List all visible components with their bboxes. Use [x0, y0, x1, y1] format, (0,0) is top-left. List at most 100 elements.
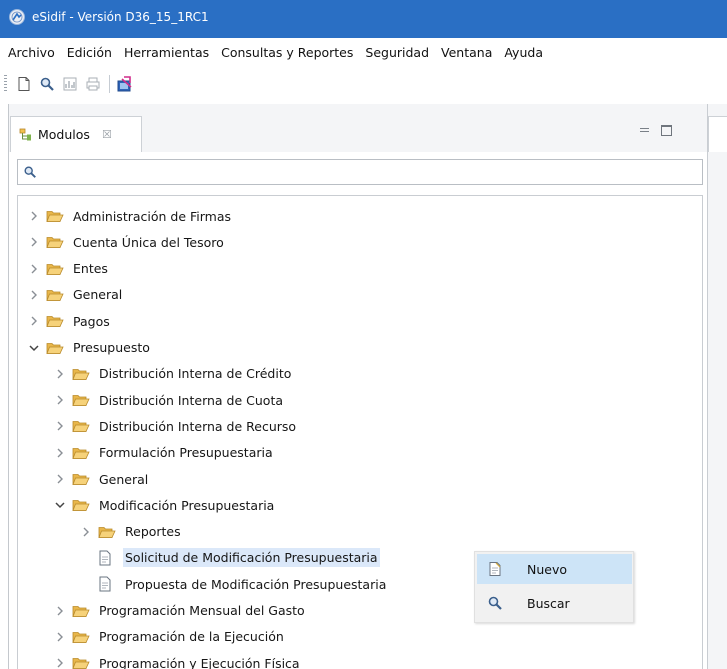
tree-folder-item[interactable]: Programación Mensual del Gasto [54, 598, 307, 624]
menu-seguridad[interactable]: Seguridad [359, 45, 435, 60]
folder-icon [72, 392, 92, 408]
chevron-right-icon[interactable] [28, 236, 40, 248]
search-icon[interactable] [36, 73, 58, 95]
tree-folder-item[interactable]: General [28, 282, 124, 308]
chevron-right-icon[interactable] [28, 210, 40, 222]
context-menu-item-buscar[interactable]: Buscar [477, 588, 632, 618]
menu-archivo[interactable]: Archivo [0, 45, 61, 60]
tree-document-item[interactable]: Solicitud de Modificación Presupuestaria [80, 545, 380, 571]
view-tabbar: Modulos ☒ [9, 104, 707, 152]
tree-item-label: Entes [73, 261, 108, 277]
chevron-right-icon[interactable] [28, 289, 40, 301]
new-document-icon[interactable] [13, 73, 35, 95]
context-menu-item-nuevo[interactable]: Nuevo [477, 554, 632, 584]
toolbar-separator [109, 75, 110, 93]
folder-icon [72, 418, 92, 434]
toolbar-grip[interactable] [4, 75, 7, 93]
folder-icon [72, 603, 92, 619]
chevron-right-icon[interactable] [54, 394, 66, 406]
folder-icon [46, 261, 66, 277]
tree-folder-item[interactable]: Distribución Interna de Cuota [54, 387, 285, 413]
tab-close-icon[interactable]: ☒ [102, 128, 112, 141]
tree-item-label: Programación de la Ejecución [99, 629, 284, 645]
tree-folder-item[interactable]: Formulación Presupuestaria [54, 440, 275, 466]
folder-icon [46, 287, 66, 303]
toolbar [0, 66, 727, 102]
tab-modulos[interactable]: Modulos ☒ [10, 116, 142, 152]
tree-folder-item[interactable]: Distribución Interna de Crédito [54, 361, 293, 387]
tree-item-label: Pagos [73, 313, 110, 329]
folder-icon [72, 445, 92, 461]
view-controls [639, 124, 672, 136]
chevron-right-icon[interactable] [28, 315, 40, 327]
folder-icon [46, 234, 66, 250]
print-icon[interactable] [82, 73, 104, 95]
document-icon [98, 576, 118, 592]
hierarchy-icon [18, 127, 34, 143]
tree-item-label: Distribución Interna de Crédito [99, 366, 292, 382]
tree-folder-item[interactable]: Distribución Interna de Recurso [54, 413, 298, 439]
tree-folder-item[interactable]: Reportes [80, 519, 183, 545]
tree-folder-item[interactable]: Modificación Presupuestaria [54, 492, 276, 518]
tab-modulos-label: Modulos [38, 127, 90, 142]
folder-icon [46, 340, 66, 356]
editor-area-tab [708, 116, 727, 152]
app-icon [9, 9, 25, 25]
filter-search-box[interactable] [17, 159, 703, 185]
report-icon[interactable] [114, 73, 136, 95]
tree-folder-item[interactable]: General [54, 466, 150, 492]
minimize-icon[interactable] [639, 124, 651, 136]
new-document-icon [487, 561, 503, 577]
folder-icon [98, 524, 118, 540]
menu-ventana[interactable]: Ventana [435, 45, 498, 60]
tree-folder-item[interactable]: Cuenta Única del Tesoro [28, 229, 226, 255]
folder-icon [72, 366, 92, 382]
tree-item-label: Solicitud de Modificación Presupuestaria [123, 548, 380, 568]
chevron-right-icon[interactable] [54, 631, 66, 643]
chevron-right-icon[interactable] [54, 447, 66, 459]
context-menu-label-buscar: Buscar [527, 595, 570, 611]
tree-folder-item[interactable]: Programación de la Ejecución [54, 624, 286, 650]
chevron-right-icon[interactable] [80, 526, 92, 538]
folder-icon [46, 313, 66, 329]
chart-icon[interactable] [59, 73, 81, 95]
menu-ayuda[interactable]: Ayuda [498, 45, 549, 60]
folder-icon [72, 655, 92, 669]
chevron-right-icon[interactable] [54, 420, 66, 432]
chevron-right-icon[interactable] [54, 605, 66, 617]
tree-folder-item[interactable]: Administración de Firmas [28, 203, 233, 229]
tree-item-label: General [73, 287, 123, 303]
tree-item-label: Programación Mensual del Gasto [99, 603, 305, 618]
tree-folder-item[interactable]: Presupuesto [28, 335, 152, 361]
maximize-icon[interactable] [661, 124, 672, 136]
chevron-down-icon[interactable] [28, 342, 40, 354]
menu-edicion[interactable]: Edición [61, 45, 118, 60]
tree-item-label: Administración de Firmas [73, 208, 232, 224]
folder-icon [46, 208, 66, 224]
search-input[interactable] [38, 162, 702, 182]
chevron-right-icon[interactable] [54, 473, 66, 485]
menu-herramientas[interactable]: Herramientas [118, 45, 215, 60]
tree-item-label: General [99, 471, 149, 487]
chevron-right-icon[interactable] [54, 368, 66, 380]
search-icon [487, 595, 503, 611]
tree-folder-item[interactable]: Pagos [28, 308, 112, 334]
tree-folder-item[interactable]: Entes [28, 256, 110, 282]
tree-item-label: Reportes [125, 524, 181, 540]
chevron-right-icon[interactable] [54, 657, 66, 669]
tree-item-label: Presupuesto [73, 340, 150, 355]
window-titlebar: eSidif - Versión D36_15_1RC1 [0, 0, 727, 38]
tree-item-label: Distribución Interna de Recurso [99, 418, 297, 434]
menu-consultas-y-reportes[interactable]: Consultas y Reportes [215, 45, 359, 60]
tree-document-item[interactable]: Propuesta de Modificación Presupuestaria [80, 571, 388, 597]
folder-icon [72, 497, 92, 513]
tree-item-label: Cuenta Única del Tesoro [73, 234, 224, 250]
chevron-right-icon[interactable] [28, 263, 40, 275]
chevron-down-icon[interactable] [54, 499, 66, 511]
search-icon [22, 164, 38, 180]
folder-icon [72, 629, 92, 645]
tree-item-label: Modificación Presupuestaria [99, 497, 275, 513]
folder-icon [72, 471, 92, 487]
tree-folder-item[interactable]: Programación y Ejecución Física [54, 650, 302, 669]
document-icon [98, 550, 118, 566]
